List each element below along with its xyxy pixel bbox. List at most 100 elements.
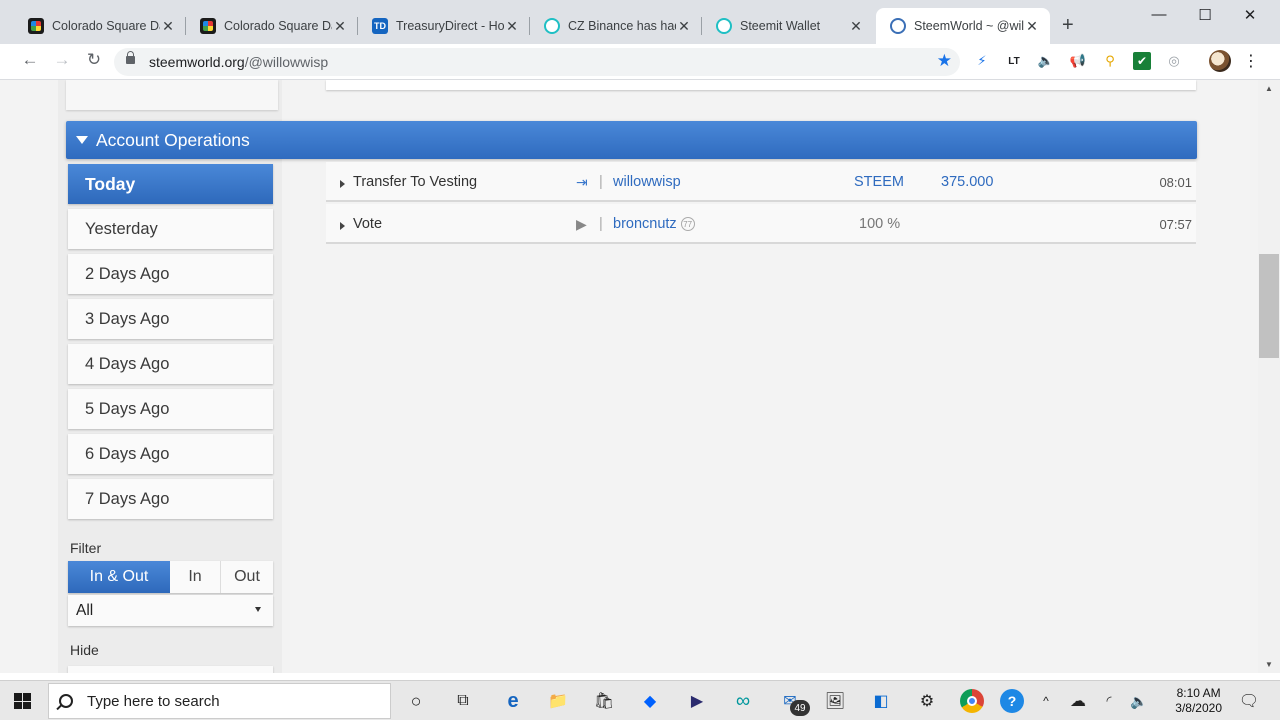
scroll-down-arrow-icon[interactable]: ▼ — [1258, 656, 1280, 673]
day-button-today[interactable]: Today — [68, 164, 273, 204]
day-button-yesterday[interactable]: Yesterday — [68, 209, 273, 249]
operation-amount: 375.000 — [941, 174, 994, 190]
task-view-icon[interactable]: ⧉ — [451, 689, 475, 713]
filter-out-button[interactable]: Out — [221, 561, 273, 593]
extension-lt-icon[interactable]: LT — [1005, 52, 1023, 70]
account-link[interactable]: broncnutz 77 — [613, 204, 695, 244]
account-operations-header[interactable]: Account Operations — [66, 121, 1197, 159]
tab-title: SteemWorld ~ @will — [914, 19, 1024, 33]
filter-in-and-out-button[interactable]: In & Out — [68, 561, 170, 593]
edge-browser-icon[interactable]: e — [501, 689, 525, 713]
account-name[interactable]: broncnutz — [613, 216, 677, 232]
extension-puzzle-icon[interactable]: ⚡ — [973, 52, 991, 70]
section-title: Account Operations — [96, 129, 250, 150]
transfer-in-icon: ⇥ — [576, 173, 588, 190]
taskbar-search-box[interactable]: Type here to search — [48, 683, 391, 719]
hide-select[interactable] — [68, 666, 273, 673]
arduino-infinity-icon[interactable]: ∞ — [731, 689, 755, 713]
operation-row[interactable]: Vote ▶ | broncnutz 77 100 % 07:57 — [326, 204, 1196, 244]
expand-triangle-icon[interactable] — [340, 222, 345, 230]
zoom-icon[interactable]: ◧ — [869, 689, 893, 713]
close-tab-icon[interactable]: ✕ — [848, 18, 864, 35]
wifi-icon[interactable]: ◜ — [1097, 689, 1121, 713]
chevron-down-icon — [255, 607, 261, 612]
collapse-triangle-icon — [76, 136, 88, 144]
search-icon — [59, 694, 73, 708]
browser-tab[interactable]: TD TreasuryDirect - Hor ✕ — [358, 8, 530, 44]
operation-time: 08:01 — [1159, 174, 1192, 190]
extension-search-icon[interactable]: ⚲ — [1101, 52, 1119, 70]
close-tab-icon[interactable]: ✕ — [504, 18, 520, 35]
notifications-icon[interactable]: 🗨 — [1237, 689, 1261, 713]
close-tab-icon[interactable]: ✕ — [160, 18, 176, 35]
extension-check-icon[interactable]: ✔ — [1133, 52, 1151, 70]
chrome-icon[interactable] — [960, 689, 984, 713]
browser-tab-active[interactable]: SteemWorld ~ @will ✕ — [876, 8, 1050, 44]
photos-icon[interactable]: 🖼 — [823, 689, 847, 713]
tab-title: CZ Binance has had — [568, 19, 676, 33]
treasurydirect-favicon-icon: TD — [372, 18, 388, 34]
close-tab-icon[interactable]: ✕ — [332, 18, 348, 35]
lock-icon — [126, 51, 135, 64]
operation-row[interactable]: Transfer To Vesting ⇥ | willowwisp STEEM… — [326, 162, 1196, 202]
media-player-icon[interactable]: ▶ — [685, 689, 709, 713]
new-tab-plus-icon[interactable]: + — [1062, 14, 1074, 37]
more-menu-icon[interactable]: ⋮ — [1242, 52, 1260, 70]
chevron-up-icon[interactable]: ^ — [1034, 689, 1058, 713]
day-button-6-days-ago[interactable]: 6 Days Ago — [68, 434, 273, 474]
tab-title: Colorado Square Da — [224, 19, 332, 33]
address-bar[interactable]: steemworld.org/@willowwisp ★ — [114, 48, 960, 76]
clock-date: 3/8/2020 — [1175, 701, 1222, 715]
tab-title: TreasuryDirect - Hor — [396, 19, 504, 33]
profile-avatar[interactable] — [1209, 50, 1231, 72]
operation-type-select[interactable]: All — [68, 595, 273, 626]
select-value: All — [76, 601, 94, 619]
dropbox-icon[interactable]: ◆ — [638, 689, 662, 713]
maximize-window-icon[interactable]: ☐ — [1182, 6, 1228, 24]
reload-icon[interactable]: ↻ — [82, 50, 106, 70]
microsoft-store-icon[interactable]: 🛍 — [592, 689, 616, 713]
account-link[interactable]: willowwisp — [613, 162, 681, 202]
bookmark-star-icon[interactable]: ★ — [937, 51, 952, 71]
settings-gear-icon[interactable]: ⚙ — [915, 689, 939, 713]
close-tab-icon[interactable]: ✕ — [1024, 18, 1040, 35]
close-tab-icon[interactable]: ✕ — [676, 18, 692, 35]
back-arrow-icon[interactable]: ← — [18, 50, 42, 70]
colorado-square-dance-favicon-icon — [200, 18, 216, 34]
cortana-circle-icon[interactable]: ○ — [404, 689, 428, 713]
day-button-4-days-ago[interactable]: 4 Days Ago — [68, 344, 273, 384]
extension-megaphone-icon[interactable]: 📢 — [1069, 52, 1087, 70]
browser-tab[interactable]: Colorado Square Da ✕ — [14, 8, 186, 44]
asset-symbol: STEEM — [854, 174, 904, 190]
close-window-icon[interactable]: ✕ — [1227, 6, 1273, 24]
scrollbar-thumb[interactable] — [1259, 254, 1279, 358]
forward-arrow-icon[interactable]: → — [50, 50, 74, 70]
operation-type: Vote — [353, 216, 383, 232]
browser-tab-strip: Colorado Square Da ✕ Colorado Square Da … — [0, 0, 1280, 44]
extension-speaker-icon[interactable]: 🔈 — [1037, 52, 1055, 70]
page-scrollbar[interactable]: ▲ ▼ — [1258, 80, 1280, 673]
reputation-badge: 77 — [680, 217, 695, 231]
volume-icon[interactable]: 🔈 — [1127, 689, 1151, 713]
windows-start-icon[interactable] — [14, 693, 32, 709]
search-placeholder: Type here to search — [87, 692, 220, 710]
day-button-7-days-ago[interactable]: 7 Days Ago — [68, 479, 273, 519]
steemit-favicon-icon — [544, 18, 560, 34]
extension-circle-icon[interactable]: ◎ — [1165, 52, 1183, 70]
filter-in-button[interactable]: In — [170, 561, 221, 593]
browser-toolbar: ← → ↻ steemworld.org/@willowwisp ★ ⚡ LT … — [0, 44, 1280, 80]
day-button-5-days-ago[interactable]: 5 Days Ago — [68, 389, 273, 429]
browser-tab[interactable]: CZ Binance has had ✕ — [530, 8, 702, 44]
day-button-3-days-ago[interactable]: 3 Days Ago — [68, 299, 273, 339]
expand-triangle-icon[interactable] — [340, 180, 345, 188]
help-question-icon[interactable]: ? — [1000, 689, 1024, 713]
weather-cloud-icon[interactable]: ☁ — [1066, 689, 1090, 713]
file-explorer-icon[interactable]: 📁 — [546, 689, 570, 713]
browser-tab[interactable]: Colorado Square Da ✕ — [186, 8, 358, 44]
minimize-window-icon[interactable]: — — [1136, 6, 1182, 23]
browser-tab[interactable]: Steemit Wallet ✕ — [702, 8, 874, 44]
day-button-2-days-ago[interactable]: 2 Days Ago — [68, 254, 273, 294]
scroll-up-arrow-icon[interactable]: ▲ — [1258, 80, 1280, 97]
clock[interactable]: 8:10 AM 3/8/2020 — [1175, 686, 1222, 716]
page-viewport: Account Operations Today Yesterday 2 Day… — [0, 80, 1258, 673]
